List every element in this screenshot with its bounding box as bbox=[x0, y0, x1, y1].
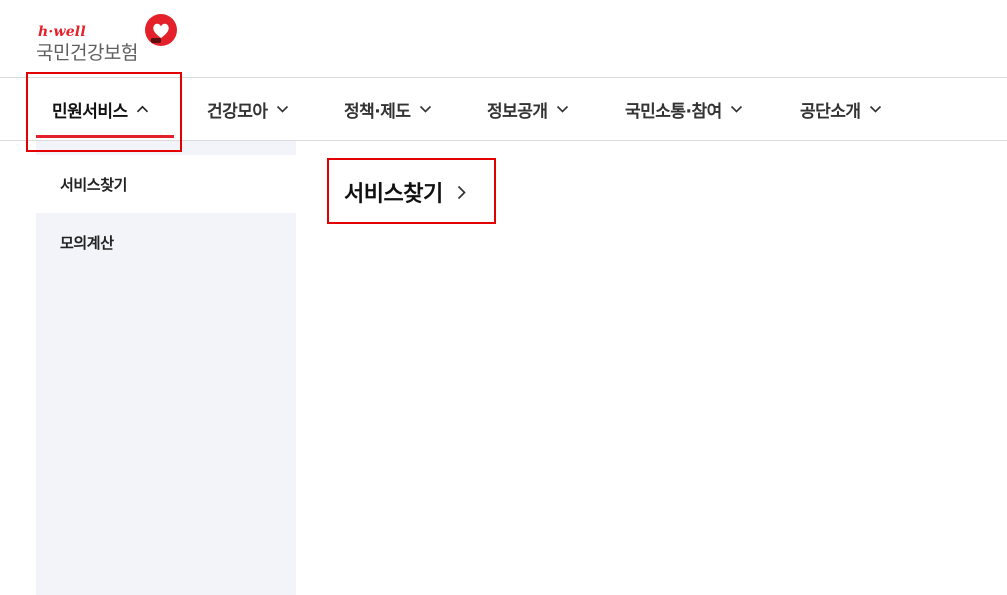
heart-logo-icon bbox=[145, 14, 177, 46]
nav-item-participation[interactable]: 국민소통·참여 bbox=[625, 78, 743, 140]
nav-item-label: 건강모아 bbox=[207, 101, 268, 122]
logo-name: 국민건강보험 bbox=[36, 42, 138, 64]
chevron-down-icon bbox=[419, 105, 432, 113]
chevron-down-icon bbox=[730, 105, 743, 113]
nav-item-label: 공단소개 bbox=[800, 101, 861, 122]
nav-item-about[interactable]: 공단소개 bbox=[800, 78, 882, 140]
site-logo[interactable]: h·well 국민건강보험 bbox=[36, 14, 181, 64]
submenu-item-simulation[interactable]: 모의계산 bbox=[36, 213, 296, 271]
nav-item-label: 정책·제도 bbox=[344, 101, 411, 122]
nav-item-civil-service[interactable]: 민원서비스 bbox=[52, 78, 149, 140]
nav-item-label: 국민소통·참여 bbox=[625, 101, 722, 122]
chevron-up-icon bbox=[136, 105, 149, 113]
active-nav-underline bbox=[36, 135, 174, 138]
nav-item-disclosure[interactable]: 정보공개 bbox=[487, 78, 569, 140]
detail-title: 서비스찾기 bbox=[344, 182, 443, 207]
submenu-item-label: 모의계산 bbox=[60, 233, 114, 252]
submenu-item-service-search[interactable]: 서비스찾기 bbox=[36, 155, 296, 213]
nav-item-label: 정보공개 bbox=[487, 101, 548, 122]
nav-item-policy[interactable]: 정책·제도 bbox=[344, 78, 432, 140]
submenu-item-label: 서비스찾기 bbox=[60, 175, 128, 194]
chevron-down-icon bbox=[556, 105, 569, 113]
detail-title-link[interactable]: 서비스찾기 bbox=[344, 172, 466, 212]
nav-item-label: 민원서비스 bbox=[52, 101, 128, 122]
site-header: h·well 국민건강보험 bbox=[0, 0, 1007, 77]
chevron-down-icon bbox=[276, 105, 289, 113]
submenu-sidebar: 서비스찾기 모의계산 bbox=[36, 141, 296, 595]
chevron-down-icon bbox=[869, 105, 882, 113]
main-nav: 민원서비스 건강모아 정책·제도 정보공개 국민소통·참여 공단소개 bbox=[0, 78, 1007, 140]
nav-item-health-moa[interactable]: 건강모아 bbox=[207, 78, 289, 140]
chevron-right-icon bbox=[457, 185, 466, 200]
